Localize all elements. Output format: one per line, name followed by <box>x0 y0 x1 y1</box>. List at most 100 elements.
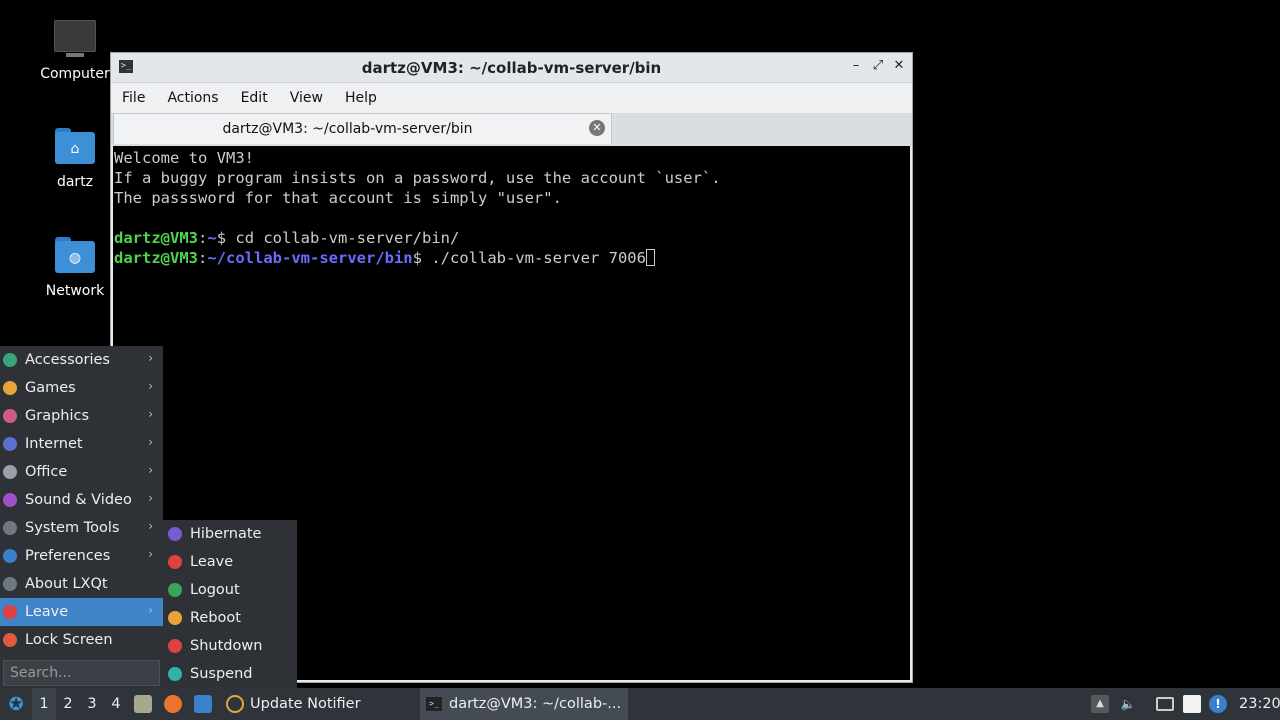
desktop-switch-1[interactable]: 1 <box>32 688 56 720</box>
chevron-right-icon: › <box>148 519 153 533</box>
power-icon <box>168 555 182 569</box>
quicklaunch-file-manager[interactable] <box>134 688 152 720</box>
menu-item-system-tools[interactable]: System Tools › <box>0 514 163 542</box>
terminal-prompt-line: dartz@VM3:~$ cd collab-vm-server/bin/ <box>114 228 909 248</box>
submenu-item-hibernate[interactable]: Hibernate <box>163 520 297 548</box>
menu-item-label: Lock Screen <box>25 632 113 648</box>
tab-close-icon[interactable]: ✕ <box>589 120 605 136</box>
prompt-path: ~ <box>207 229 217 247</box>
task-label: dartz@VM3: ~/collab-... <box>449 696 622 712</box>
menu-item-sound-video[interactable]: Sound & Video › <box>0 486 163 514</box>
close-button[interactable]: ✕ <box>891 58 907 74</box>
menu-item-accessories[interactable]: Accessories › <box>0 346 163 374</box>
submenu-item-suspend[interactable]: Suspend <box>163 660 297 688</box>
taskbar: ✪ 1 2 3 4 Update Notifier >_ dartz@VM3: … <box>0 688 1280 720</box>
tray-clipboard[interactable] <box>1183 688 1201 720</box>
main-menu-button[interactable]: ✪ <box>4 688 28 720</box>
quicklaunch-firefox[interactable] <box>164 688 182 720</box>
submenu-item-label: Shutdown <box>190 638 263 654</box>
menu-help[interactable]: Help <box>340 90 390 106</box>
task-terminal[interactable]: >_ dartz@VM3: ~/collab-... <box>420 688 628 720</box>
menu-item-about-lxqt[interactable]: About LXQt <box>0 570 163 598</box>
quicklaunch-show-desktop[interactable] <box>194 688 212 720</box>
system-tools-icon <box>3 521 17 535</box>
text-cursor <box>645 249 655 266</box>
submenu-item-leave[interactable]: Leave <box>163 548 297 576</box>
chevron-right-icon: › <box>148 491 153 505</box>
tray-network[interactable] <box>1156 688 1174 720</box>
menu-item-label: Preferences <box>25 548 111 564</box>
window-title: dartz@VM3: ~/collab-vm-server/bin <box>361 59 662 77</box>
prompt-path: ~/collab-vm-server/bin <box>207 249 413 267</box>
menu-item-label: Sound & Video <box>25 492 132 508</box>
tray-notification[interactable]: ! <box>1209 688 1227 720</box>
desktop-switch-2[interactable]: 2 <box>56 688 80 720</box>
terminal-line: Welcome to VM3! <box>114 149 254 167</box>
submenu-item-label: Logout <box>190 582 240 598</box>
reboot-icon <box>168 611 182 625</box>
menu-item-label: About LXQt <box>25 576 108 592</box>
minimize-button[interactable]: – <box>848 58 864 74</box>
menu-item-lock-screen[interactable]: Lock Screen <box>0 626 163 654</box>
tab-bar: dartz@VM3: ~/collab-vm-server/bin ✕ <box>111 113 912 146</box>
menu-edit[interactable]: Edit <box>236 90 281 106</box>
menu-item-preferences[interactable]: Preferences › <box>0 542 163 570</box>
shutdown-icon <box>168 639 182 653</box>
tray-show-hidden[interactable]: ▲ <box>1091 688 1109 720</box>
chevron-right-icon: › <box>148 547 153 561</box>
menu-item-leave[interactable]: Leave › <box>0 598 163 626</box>
graphics-icon <box>3 409 17 423</box>
maximize-button[interactable]: ⤢ <box>870 58 886 74</box>
prompt-user: dartz@VM3 <box>114 249 198 267</box>
menu-item-office[interactable]: Office › <box>0 458 163 486</box>
logout-icon <box>168 583 182 597</box>
menu-item-label: System Tools <box>25 520 120 536</box>
clock[interactable]: 23:20 <box>1239 688 1280 720</box>
leave-submenu: Hibernate Leave Logout Reboot Shutdown Suspen… <box>163 520 297 688</box>
volume-icon: 🔈 <box>1120 697 1136 711</box>
network-folder-icon: ◍ <box>53 237 97 277</box>
submenu-item-shutdown[interactable]: Shutdown <box>163 632 297 660</box>
menu-search-input[interactable]: Search... <box>3 660 160 686</box>
accessories-icon <box>3 353 17 367</box>
chevron-right-icon: › <box>148 603 153 617</box>
home-folder-icon: ⌂ <box>53 128 97 168</box>
prompt-separator: : <box>198 229 208 247</box>
menu-file[interactable]: File <box>117 90 158 106</box>
terminal-tab[interactable]: dartz@VM3: ~/collab-vm-server/bin ✕ <box>113 113 612 144</box>
terminal-line: The passsword for that account is simply… <box>114 189 562 207</box>
submenu-item-reboot[interactable]: Reboot <box>163 604 297 632</box>
desktop-switch-3[interactable]: 3 <box>80 688 104 720</box>
menu-item-games[interactable]: Games › <box>0 374 163 402</box>
preferences-icon <box>3 549 17 563</box>
window-titlebar[interactable]: >_ dartz@VM3: ~/collab-vm-server/bin – ⤢… <box>111 53 912 83</box>
menu-view[interactable]: View <box>285 90 336 106</box>
prompt-user: dartz@VM3 <box>114 229 198 247</box>
menu-actions[interactable]: Actions <box>162 90 231 106</box>
menu-item-graphics[interactable]: Graphics › <box>0 402 163 430</box>
tray-volume[interactable]: 🔈 <box>1119 688 1137 720</box>
menu-item-label: Internet <box>25 436 83 452</box>
info-icon <box>3 577 17 591</box>
menu-item-label: Office <box>25 464 68 480</box>
menu-item-label: Games <box>25 380 76 396</box>
prompt-symbol: $ <box>216 229 236 247</box>
menu-item-label: Graphics <box>25 408 90 424</box>
tray-up-arrow-icon: ▲ <box>1091 695 1109 713</box>
computer-icon <box>53 20 97 60</box>
tab-label: dartz@VM3: ~/collab-vm-server/bin <box>222 121 473 137</box>
internet-icon <box>3 437 17 451</box>
terminal-line: If a buggy program insists on a password… <box>114 169 721 187</box>
submenu-item-logout[interactable]: Logout <box>163 576 297 604</box>
task-update-notifier[interactable]: Update Notifier <box>220 688 367 720</box>
notification-icon: ! <box>1209 695 1227 713</box>
prompt-symbol: $ <box>412 249 432 267</box>
menu-item-internet[interactable]: Internet › <box>0 430 163 458</box>
submenu-item-label: Suspend <box>190 666 253 682</box>
start-menu: Accessories › Games › Graphics › Internet › Offi… <box>0 346 163 688</box>
desktop-switch-4[interactable]: 4 <box>104 688 128 720</box>
chevron-right-icon: › <box>148 463 153 477</box>
submenu-item-label: Reboot <box>190 610 241 626</box>
show-desktop-icon <box>194 695 212 713</box>
terminal-app-icon: >_ <box>426 697 442 711</box>
